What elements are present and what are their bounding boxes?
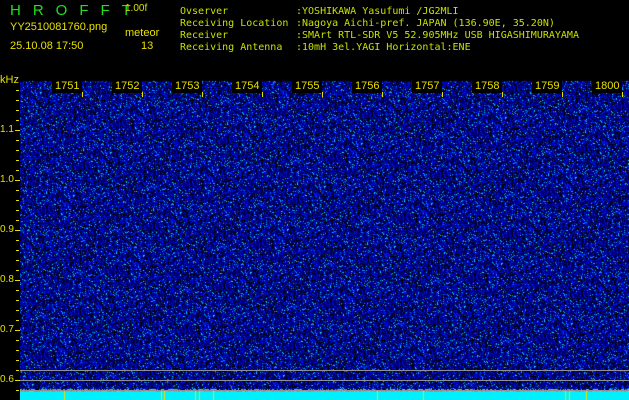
gridline bbox=[20, 370, 629, 371]
y-label: 1.0 bbox=[0, 174, 14, 185]
info-label: Receiving Antenna bbox=[180, 42, 283, 53]
y-tick bbox=[16, 120, 19, 121]
y-tick bbox=[15, 130, 20, 131]
time-label: 1751 bbox=[52, 80, 84, 97]
y-label: 0.7 bbox=[0, 324, 14, 335]
y-tick bbox=[16, 270, 19, 271]
y-tick bbox=[15, 280, 20, 281]
gridline bbox=[20, 380, 629, 381]
y-tick bbox=[16, 100, 19, 101]
y-tick bbox=[16, 210, 19, 211]
unit-label: kHz bbox=[0, 74, 19, 86]
y-tick bbox=[16, 300, 19, 301]
y-tick bbox=[15, 180, 20, 181]
meteor-count: 13 bbox=[141, 40, 154, 52]
app-version: 1.00f bbox=[125, 3, 148, 14]
info-label: Receiving Location bbox=[180, 18, 289, 29]
time-label: 1756 bbox=[352, 80, 384, 97]
info-value: :10mH 3el.YAGI Horizontal:ENE bbox=[296, 42, 471, 53]
time-label: 1752 bbox=[112, 80, 144, 97]
y-tick bbox=[16, 350, 19, 351]
y-tick bbox=[16, 370, 19, 371]
y-tick bbox=[16, 260, 19, 261]
time-label: 1755 bbox=[292, 80, 324, 97]
info-value: :SMArt RTL-SDR V5 52.905MHz USB HIGASHIM… bbox=[296, 30, 579, 41]
y-tick bbox=[16, 160, 19, 161]
y-tick bbox=[16, 340, 19, 341]
time-label: 1800 bbox=[592, 80, 624, 97]
y-label: 0.8 bbox=[0, 274, 14, 285]
time-label: 1757 bbox=[412, 80, 444, 97]
y-tick bbox=[16, 200, 19, 201]
y-tick bbox=[16, 90, 19, 91]
y-tick bbox=[16, 240, 19, 241]
y-tick bbox=[16, 360, 19, 361]
info-value: :YOSHIKAWA Yasufumi /JG2MLI bbox=[296, 6, 459, 17]
y-tick bbox=[16, 250, 19, 251]
y-tick bbox=[16, 150, 19, 151]
y-tick bbox=[15, 330, 20, 331]
y-label: 1.1 bbox=[0, 124, 14, 135]
y-label: 0.6 bbox=[0, 374, 14, 385]
datetime: 25.10.08 17:50 bbox=[10, 40, 84, 52]
meteor-label: meteor bbox=[125, 27, 160, 39]
time-label: 1753 bbox=[172, 80, 204, 97]
y-tick bbox=[16, 140, 19, 141]
time-label: 1754 bbox=[232, 80, 264, 97]
app-title: HROFFT bbox=[10, 2, 143, 19]
y-tick bbox=[16, 290, 19, 291]
y-tick bbox=[16, 220, 19, 221]
gridline bbox=[20, 390, 629, 391]
y-tick bbox=[16, 110, 19, 111]
y-tick bbox=[15, 230, 20, 231]
y-tick bbox=[16, 320, 19, 321]
info-value: :Nagoya Aichi-pref. JAPAN (136.90E, 35.2… bbox=[296, 18, 555, 29]
y-tick bbox=[15, 380, 20, 381]
filename: YY2510081760.png bbox=[10, 21, 108, 33]
time-label: 1759 bbox=[532, 80, 564, 97]
y-tick bbox=[16, 310, 19, 311]
y-tick bbox=[16, 170, 19, 171]
spectrogram bbox=[20, 80, 629, 400]
y-tick bbox=[16, 190, 19, 191]
time-label: 1758 bbox=[472, 80, 504, 97]
info-label: Ovserver bbox=[180, 6, 229, 17]
y-tick bbox=[16, 390, 19, 391]
y-label: 0.9 bbox=[0, 224, 14, 235]
info-label: Receiver bbox=[180, 30, 229, 41]
